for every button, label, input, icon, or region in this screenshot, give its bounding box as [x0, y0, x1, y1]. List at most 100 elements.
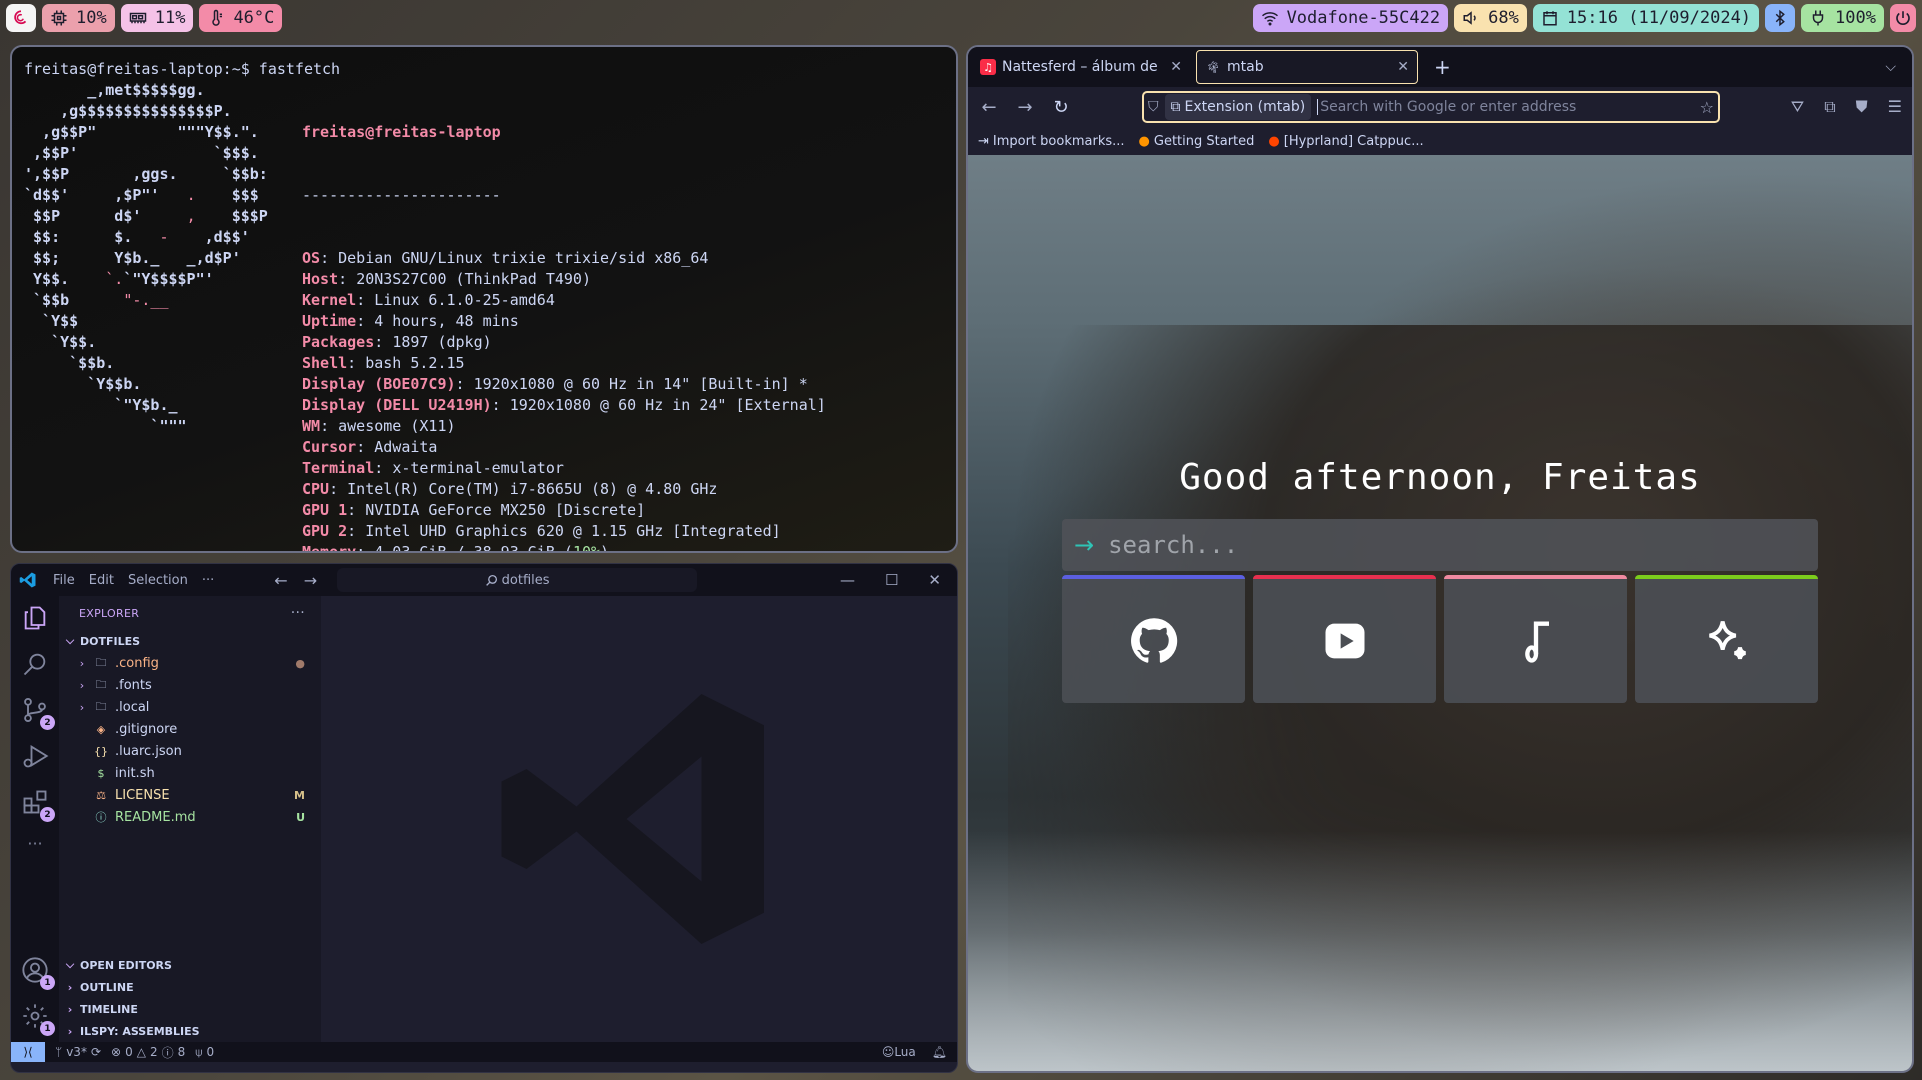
menu-edit[interactable]: Edit — [89, 573, 114, 588]
file-tree-item[interactable]: › 🗀︎ .fonts — [59, 674, 321, 696]
tab-nattesferd[interactable]: ♫ Nattesferd – álbum de Kvelertak ✕ — [972, 50, 1190, 84]
explorer-icon[interactable] — [21, 604, 49, 632]
info-value: bash 5.2.15 — [365, 354, 465, 372]
back-arrow-icon[interactable]: ← — [274, 571, 287, 590]
remote-button[interactable]: ⟩⟨ — [11, 1042, 45, 1062]
cpu-widget[interactable]: 10% — [42, 4, 115, 32]
section-label: OPEN EDITORS — [80, 958, 172, 972]
ports-count: 0 — [206, 1045, 215, 1059]
close-icon[interactable]: ✕ — [928, 571, 941, 589]
history-nav: ← → — [274, 571, 317, 590]
new-tab-button[interactable]: + — [1424, 55, 1461, 79]
vscode-logo-icon — [19, 572, 36, 588]
tab-close-icon[interactable]: ✕ — [1170, 59, 1182, 75]
search-view-icon[interactable] — [21, 650, 49, 678]
run-debug-icon[interactable] — [21, 742, 49, 770]
info-line: Terminal: x-terminal-emulator — [302, 459, 564, 477]
quick-link-music[interactable] — [1444, 575, 1627, 703]
sync-icon[interactable]: ⟳ — [91, 1045, 101, 1059]
memory-widget[interactable]: 11% — [120, 4, 194, 32]
wifi-widget[interactable]: Vodafone-55C422 — [1252, 4, 1449, 32]
file-tree-item[interactable]: {} .luarc.json — [59, 740, 321, 762]
quick-link-youtube[interactable] — [1253, 575, 1436, 703]
top-bar-right: Vodafone-55C422 68% 15:16 (11/09/2024) 1… — [1252, 4, 1916, 32]
quick-link-github[interactable] — [1062, 575, 1245, 703]
list-tabs-chevron-icon[interactable]: ⌵ — [1885, 59, 1908, 75]
power-button[interactable] — [1890, 4, 1916, 32]
temperature-widget[interactable]: 46°C — [199, 4, 283, 32]
address-input[interactable] — [1317, 99, 1694, 115]
mtab-search-input[interactable] — [1108, 531, 1806, 559]
forward-button[interactable]: → — [1014, 97, 1036, 118]
clock-widget[interactable]: 15:16 (11/09/2024) — [1532, 4, 1760, 32]
tab-close-icon[interactable]: ✕ — [1397, 59, 1409, 75]
tab-mtab[interactable]: 🌴︎ mtab ✕ — [1196, 50, 1418, 84]
sidebar-section[interactable]: › TIMELINE — [59, 998, 321, 1020]
battery-widget[interactable]: 100% — [1801, 4, 1884, 32]
git-branch[interactable]: ᛘ v3* ⟳ — [55, 1045, 101, 1059]
sidebar-section[interactable]: › OUTLINE — [59, 976, 321, 998]
extension-identity-chip[interactable]: ⧉ Extension (mtab) — [1164, 94, 1312, 120]
sparkles-icon — [1708, 621, 1746, 660]
sidebar-section[interactable]: › ILSPY: ASSEMBLIES — [59, 1020, 321, 1042]
more-views-icon[interactable]: ··· — [21, 834, 49, 862]
problems-indicator[interactable]: ⊗ 0 △ 2 ⓘ 8 — [111, 1044, 185, 1061]
bookmark-getting-started[interactable]: ● Getting Started — [1139, 134, 1255, 149]
reload-button[interactable]: ↻ — [1050, 97, 1072, 118]
command-center-label: dotfiles — [501, 572, 550, 588]
git-status-badge: M — [294, 788, 305, 802]
file-name: .gitignore — [115, 721, 178, 737]
quick-link-ai[interactable] — [1635, 575, 1818, 703]
bluetooth-widget[interactable] — [1765, 4, 1796, 32]
file-tree-item[interactable]: $ init.sh — [59, 762, 321, 784]
shield-icon[interactable]: ⛉ — [1148, 99, 1159, 115]
file-name: .luarc.json — [115, 743, 182, 759]
menu-selection[interactable]: Selection — [128, 573, 188, 588]
mtab-search-box[interactable]: → — [1062, 519, 1818, 571]
workspace-section[interactable]: ⌵ DOTFILES — [59, 630, 321, 652]
forward-arrow-icon[interactable]: → — [304, 571, 317, 590]
bookmark-hyprland[interactable]: ● [Hyprland] Catppuc... — [1268, 134, 1423, 149]
ublock-shield-icon[interactable]: ⛊ — [1856, 97, 1868, 117]
notifications-bell-icon[interactable]: 🔔︎ — [932, 1045, 947, 1059]
explorer-more-icon[interactable]: ··· — [291, 605, 305, 621]
info-value: 1920x1080 @ 60 Hz in 14" [Built-in] * — [473, 375, 808, 393]
tab-title: mtab — [1227, 59, 1264, 75]
volume-level: 68% — [1488, 8, 1519, 28]
bookmark-star-icon[interactable]: ☆ — [1700, 98, 1714, 117]
extensions-puzzle-icon[interactable]: ⧉ — [1824, 97, 1835, 117]
volume-widget[interactable]: 68% — [1454, 4, 1527, 32]
file-tree-item[interactable]: ◈ .gitignore — [59, 718, 321, 740]
fastfetch-output: _,met$$$$$gg. ,g$$$$$$$$$$$$$$$P. ,g$$P"… — [24, 80, 944, 551]
back-button[interactable]: ← — [978, 97, 1000, 118]
extensions-icon[interactable]: 2 — [21, 788, 55, 822]
file-tree-item[interactable]: ⚖ LICENSE M — [59, 784, 321, 806]
pocket-icon[interactable]: ⛛ — [1791, 97, 1804, 117]
file-tree-item[interactable]: › 🗀︎ .config ● — [59, 652, 321, 674]
maximize-icon[interactable]: ☐ — [885, 571, 898, 589]
bookmark-import[interactable]: ⇥ Import bookmarks... — [978, 134, 1125, 149]
accounts-icon[interactable]: 1 — [21, 956, 55, 990]
chevron-right-icon: › — [67, 1024, 73, 1038]
editor-area[interactable] — [321, 596, 957, 1042]
menu-file[interactable]: File — [53, 573, 75, 588]
command-center[interactable]: dotfiles — [337, 568, 698, 592]
minimize-icon[interactable]: — — [840, 571, 855, 589]
error-count: 0 — [125, 1045, 133, 1059]
source-control-icon[interactable]: 2 — [21, 696, 55, 730]
menu-more[interactable]: ··· — [202, 573, 214, 588]
launcher-button[interactable] — [6, 4, 36, 32]
info-key: Display (BOE07C9) — [302, 375, 456, 393]
ports-indicator[interactable]: ⍦ 0 — [195, 1045, 214, 1060]
sidebar-section[interactable]: ⌵ OPEN EDITORS — [59, 954, 321, 976]
search-icon — [485, 574, 497, 586]
settings-gear-icon[interactable]: 1 — [21, 1002, 55, 1036]
url-bar[interactable]: ⛉ ⧉ Extension (mtab) ☆ — [1142, 91, 1720, 123]
terminal-window[interactable]: freitas@freitas-laptop:~$ fastfetch _,me… — [10, 45, 958, 553]
file-tree-item[interactable]: › 🗀︎ .local — [59, 696, 321, 718]
file-tree-item[interactable]: ⓘ README.md U — [59, 806, 321, 828]
hamburger-menu-icon[interactable]: ☰ — [1888, 97, 1902, 117]
reddit-icon: ● — [1268, 133, 1280, 149]
error-icon: ⊗ — [111, 1045, 122, 1059]
language-mode[interactable]: ☺Lua — [882, 1045, 916, 1059]
